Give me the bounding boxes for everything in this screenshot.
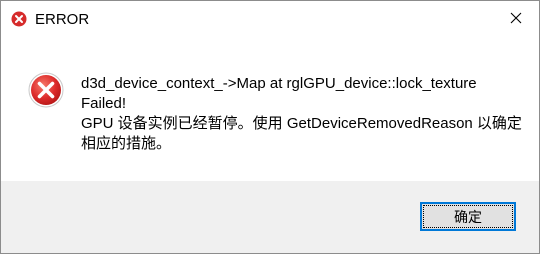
message-area: d3d_device_context_->Map at rglGPU_devic…: [1, 39, 539, 181]
ok-button[interactable]: 确定: [420, 202, 516, 231]
error-icon: [28, 72, 64, 108]
close-icon: [510, 11, 522, 29]
message-line: 相应的措施。: [81, 135, 172, 152]
button-bar: 确定: [1, 181, 539, 253]
message-line: Failed!: [81, 95, 127, 112]
error-dialog: ERROR d3d_device_context_->Map at rglGPU…: [0, 0, 540, 254]
error-message: d3d_device_context_->Map at rglGPU_devic…: [81, 74, 522, 154]
close-button[interactable]: [493, 1, 539, 39]
error-icon: [11, 11, 27, 27]
title-bar[interactable]: ERROR: [1, 1, 539, 39]
message-line: d3d_device_context_->Map at rglGPU_devic…: [81, 75, 477, 92]
message-line: GPU 设备实例已经暂停。使用 GetDeviceRemovedReason 以…: [81, 115, 522, 132]
window-title: ERROR: [35, 11, 90, 28]
